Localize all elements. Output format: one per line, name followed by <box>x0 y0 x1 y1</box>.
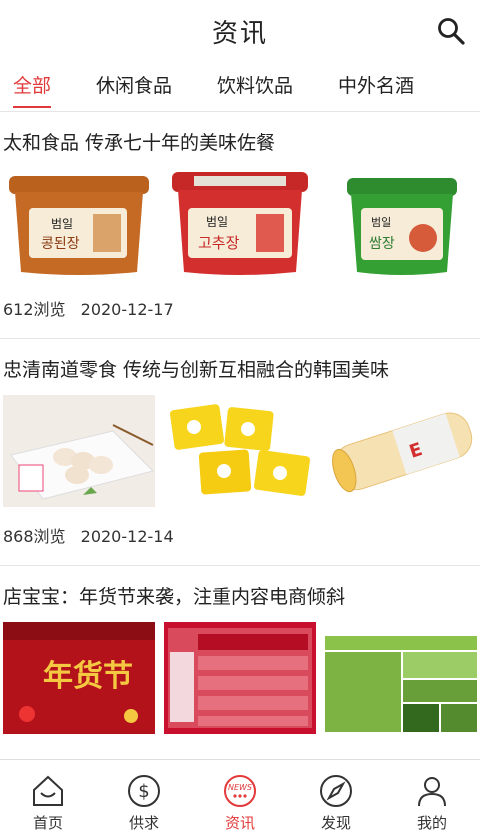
svg-text:범일: 범일 <box>51 217 73 231</box>
article-title[interactable]: 店宝宝：年货节来袭，注重内容电商倾斜 <box>0 566 480 618</box>
user-icon <box>418 777 446 807</box>
nav-mine[interactable]: 我的 <box>384 760 480 835</box>
nav-home[interactable]: 首页 <box>0 760 96 835</box>
search-icon[interactable] <box>436 16 466 46</box>
article-item[interactable]: 忠清南道零食 传统与创新互相融合的韩国美味 E 868浏览 2020-12-14 <box>0 339 480 566</box>
tab-all[interactable]: 全部 <box>13 62 52 112</box>
chili-paste-tub-image: 범일 고추장 <box>172 172 308 275</box>
view-count: 612浏览 <box>3 300 66 319</box>
nav-supply[interactable]: $ 供求 <box>96 760 192 835</box>
article-thumbnails: 年货节 <box>0 618 480 738</box>
roll-snack-tube-image: E <box>325 395 477 507</box>
svg-text:$: $ <box>138 781 149 802</box>
article-title[interactable]: 太和食品 传承七十年的美味佐餐 <box>0 112 480 164</box>
article-thumbnails: 범일 콩된장 범일 고추장 범일 쌈장 <box>0 164 480 284</box>
article-meta: 868浏览 2020-12-14 <box>0 511 480 565</box>
snack-packets-image <box>164 395 316 507</box>
dollar-icon: $ <box>128 775 160 807</box>
article-thumbnails: E <box>0 391 480 511</box>
rice-cake-plate-image <box>3 395 155 507</box>
svg-text:NEWS: NEWS <box>228 783 252 792</box>
publish-date: 2020-12-14 <box>80 527 174 546</box>
page-title: 资讯 <box>211 18 268 49</box>
treemap-chart-image <box>325 622 477 734</box>
ssamjang-tub-image: 범일 쌈장 <box>347 178 457 275</box>
new-year-festival-poster-image: 年货节 <box>3 622 155 734</box>
ecommerce-slide-image <box>164 622 316 734</box>
compass-icon <box>320 775 352 807</box>
svg-text:고추장: 고추장 <box>198 234 240 252</box>
view-count: 868浏览 <box>3 527 66 546</box>
article-item[interactable]: 店宝宝：年货节来袭，注重内容电商倾斜 年货节 <box>0 566 480 738</box>
tab-drinks[interactable]: 饮料饮品 <box>217 62 293 112</box>
bottom-navigation: 首页 $ 供求 NEWS 资讯 发现 我的 <box>0 759 480 835</box>
soybean-paste-tub-image: 범일 콩된장 <box>9 176 149 275</box>
tab-liquor[interactable]: 中外名酒 <box>338 62 414 112</box>
svg-text:범일: 범일 <box>371 215 391 229</box>
svg-text:쌈장: 쌈장 <box>369 236 395 252</box>
home-icon <box>33 775 63 806</box>
tab-snacks[interactable]: 休闲食品 <box>96 62 172 112</box>
article-meta: 612浏览 2020-12-17 <box>0 284 480 338</box>
category-tabs: 全部 休闲食品 饮料饮品 中外名酒 <box>0 62 480 112</box>
svg-text:범일: 범일 <box>206 215 228 229</box>
svg-text:年货节: 年货节 <box>43 659 133 694</box>
article-item[interactable]: 太和食品 传承七十年的美味佐餐 범일 콩된장 범일 고추장 범일 쌈장 612浏… <box>0 112 480 339</box>
nav-news[interactable]: NEWS 资讯 <box>192 760 288 835</box>
article-title[interactable]: 忠清南道零食 传统与创新互相融合的韩国美味 <box>0 339 480 391</box>
svg-text:콩된장: 콩된장 <box>41 236 80 252</box>
news-icon: NEWS <box>224 775 256 807</box>
app-header: 资讯 <box>0 0 480 62</box>
nav-discover[interactable]: 发现 <box>288 760 384 835</box>
publish-date: 2020-12-17 <box>80 300 174 319</box>
